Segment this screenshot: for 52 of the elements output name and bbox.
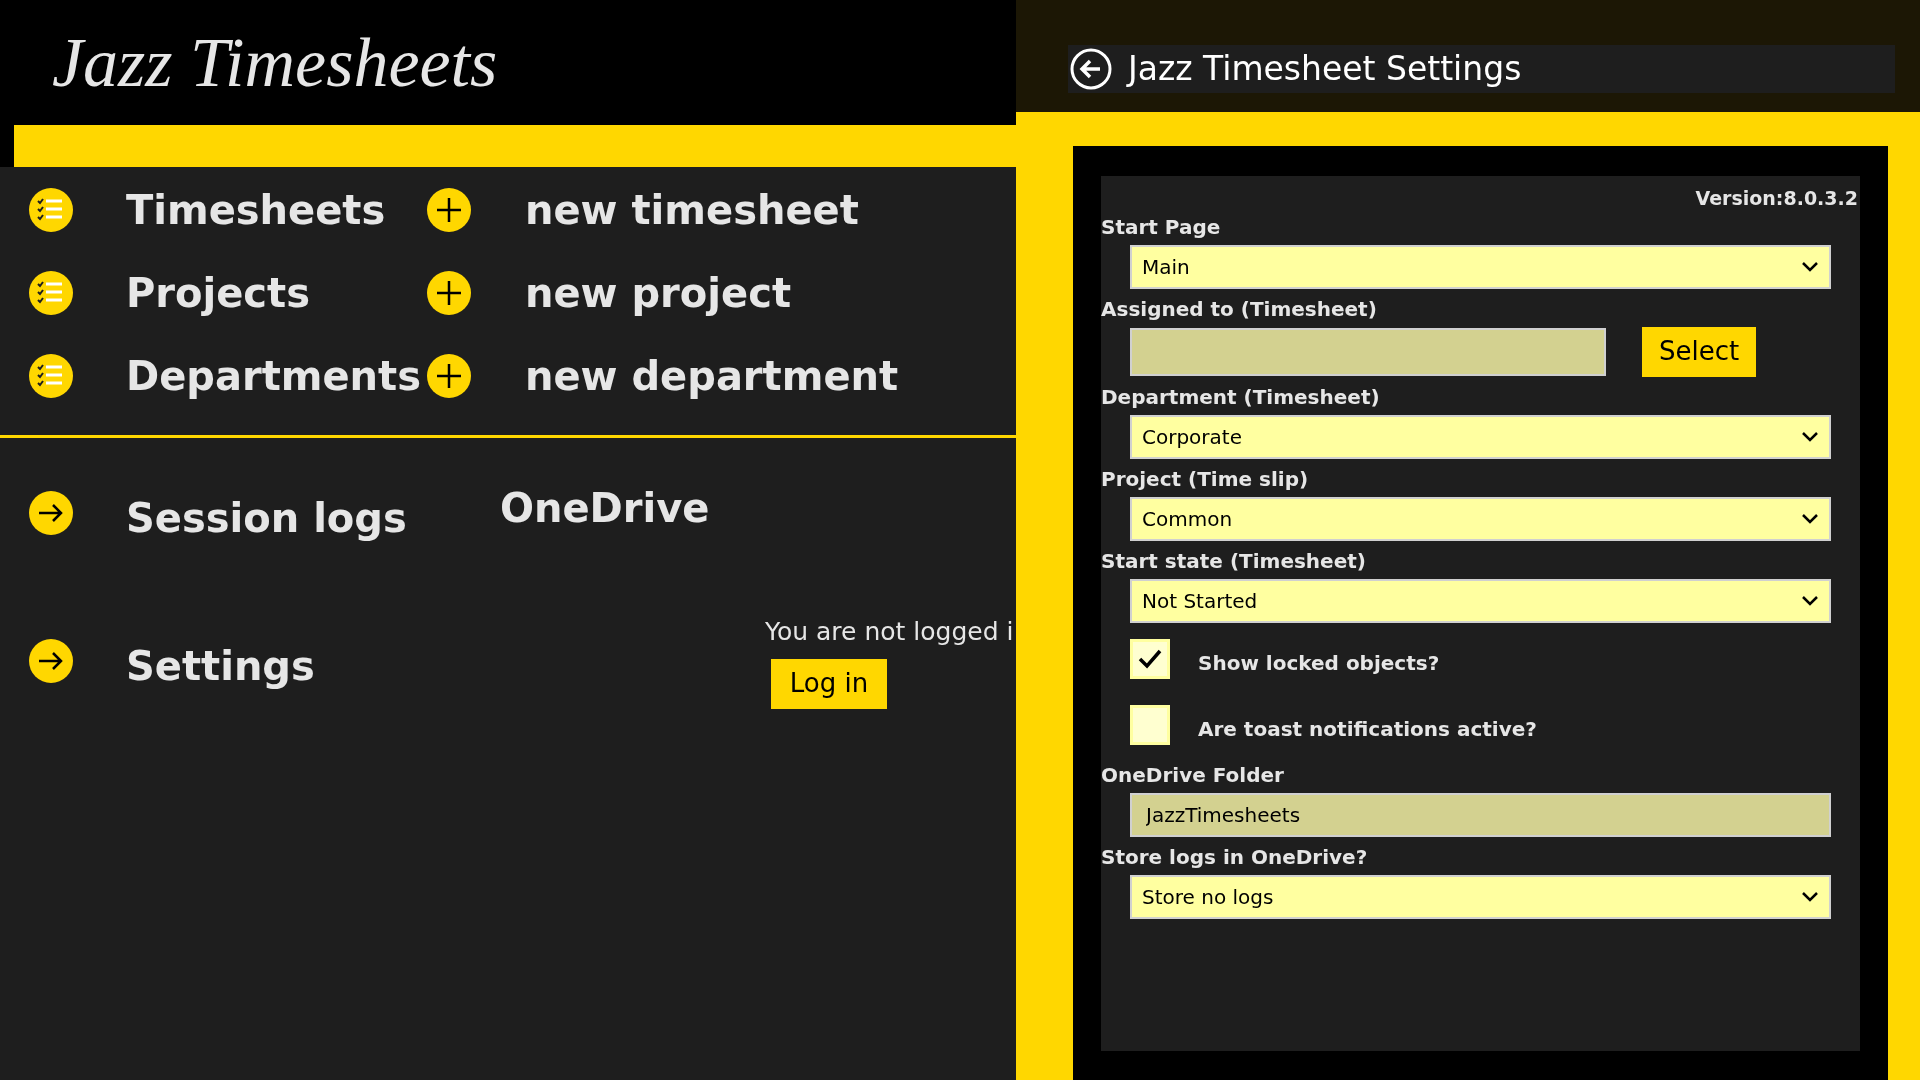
dropdown-value: Store no logs	[1142, 883, 1274, 911]
dropdown[interactable]: Store no logs	[1130, 874, 1831, 919]
checkbox-label: Show locked objects?	[1198, 649, 1440, 677]
dropdown[interactable]: Common	[1130, 496, 1831, 541]
select-button[interactable]: Select	[1642, 326, 1757, 377]
list-icon	[28, 187, 74, 233]
chevron-down-icon	[1801, 512, 1819, 525]
login-message: You are not logged i	[765, 616, 1014, 648]
field-label: Start Page	[1101, 213, 1222, 241]
dropdown-value: Common	[1142, 505, 1233, 533]
version-label: Version:8.0.3.2	[1695, 186, 1858, 211]
input-field[interactable]	[1130, 327, 1606, 376]
arrow-right-icon	[28, 490, 74, 536]
field-label: Department (Timesheet)	[1101, 383, 1381, 411]
nav-link[interactable]: Projects	[126, 263, 426, 323]
checkbox[interactable]	[1130, 638, 1170, 679]
chevron-down-icon	[1801, 890, 1819, 903]
checkbox[interactable]	[1130, 704, 1170, 745]
app-title: Jazz Timesheets	[52, 23, 498, 103]
list-icon	[28, 270, 74, 316]
settings-title: Jazz Timesheet Settings	[1128, 48, 1522, 91]
field-label: Project (Time slip)	[1101, 465, 1310, 493]
field-label: OneDrive Folder	[1101, 761, 1285, 789]
dropdown-value: Main	[1142, 253, 1190, 281]
chevron-down-icon	[1801, 594, 1819, 607]
back-icon[interactable]	[1070, 48, 1112, 90]
chevron-down-icon	[1801, 260, 1819, 273]
dropdown[interactable]: Main	[1130, 244, 1831, 289]
plus-icon	[426, 353, 472, 399]
plus-icon	[426, 270, 472, 316]
plus-icon	[426, 187, 472, 233]
menu-link[interactable]: Settings	[126, 636, 315, 696]
checkbox-label: Are toast notifications active?	[1198, 715, 1537, 743]
new-item-link[interactable]: new project	[525, 263, 791, 323]
field-label: Assigned to (Timesheet)	[1101, 295, 1378, 323]
section-title: OneDrive	[500, 484, 711, 533]
arrow-right-icon	[28, 638, 74, 684]
new-item-link[interactable]: new timesheet	[525, 180, 859, 240]
list-icon	[28, 353, 74, 399]
dropdown[interactable]: Not Started	[1130, 578, 1831, 623]
dropdown-value: Not Started	[1142, 587, 1258, 615]
new-item-link[interactable]: new department	[525, 346, 899, 406]
dropdown-value: Corporate	[1142, 423, 1242, 451]
menu-link[interactable]: Session logs	[126, 488, 407, 548]
dropdown[interactable]: Corporate	[1130, 414, 1831, 459]
login-button[interactable]: Log in	[771, 658, 887, 709]
field-label: Start state (Timesheet)	[1101, 547, 1367, 575]
field-label: Store logs in OneDrive?	[1101, 843, 1369, 871]
nav-link[interactable]: Timesheets	[126, 180, 426, 240]
checkmark-icon	[1138, 648, 1162, 669]
nav-link[interactable]: Departments	[126, 346, 426, 406]
chevron-down-icon	[1801, 430, 1819, 443]
